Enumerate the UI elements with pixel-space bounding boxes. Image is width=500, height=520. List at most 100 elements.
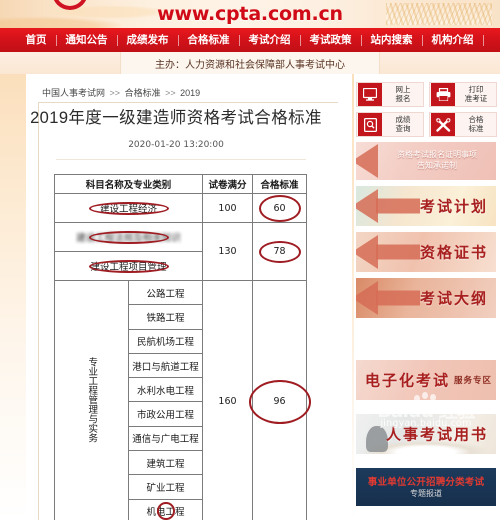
breadcrumb-year[interactable]: 2019 <box>180 88 200 98</box>
monitor-icon <box>358 83 382 106</box>
nav-item-5[interactable]: 考试政策 <box>301 28 361 52</box>
banner-certificate-title: 资格证书 <box>419 243 488 262</box>
banner-books-title: 人事考试用书 <box>385 425 488 444</box>
header-subject: 科目名称及专业类别 <box>54 174 203 194</box>
banner-outline-title: 考试大纲 <box>419 289 488 308</box>
document-search-icon <box>358 113 382 136</box>
person-silhouette-icon <box>366 426 388 452</box>
banner-notice-line1: 资格考试报名证明事项 <box>397 150 477 160</box>
banner-qualification-certificate[interactable]: 资格证书 <box>356 232 496 272</box>
printer-icon <box>431 83 455 106</box>
quick-button-1[interactable]: 打印 准考证 <box>429 82 497 107</box>
banner-public-title: 事业单位公开招聘分类考试 <box>367 477 485 488</box>
site-banner: www.cpta.com.cn <box>0 0 500 28</box>
specialty-name-cell: 水利水电工程 <box>128 377 203 403</box>
banner-exam-outline[interactable]: 考试大纲 <box>356 278 496 318</box>
quick-button-label: 打印 准考证 <box>456 84 496 104</box>
quick-label-line1: 合格 <box>468 114 484 124</box>
nav-item-1[interactable]: 通知公告 <box>57 28 117 52</box>
arrow-tail-shape <box>376 290 420 306</box>
nav-item-4[interactable]: 考试介绍 <box>240 28 300 52</box>
nav-item-3[interactable]: 合格标准 <box>179 28 239 52</box>
table-header-row: 科目名称及专业类别 试卷满分 合格标准 <box>54 174 307 194</box>
sponsor-bar: 主办：人力资源和社会保障部人事考试中心 <box>120 52 380 74</box>
header-pass-score: 合格标准 <box>252 174 307 194</box>
arrow-shape-icon <box>356 235 378 269</box>
subject-name-cell: 建设工程项目管理 <box>54 251 203 281</box>
quick-button-label: 网上 报名 <box>383 84 423 104</box>
breadcrumb-separator-2: >> <box>165 88 176 98</box>
specialty-name-cell: 港口与航道工程 <box>128 352 203 379</box>
nav-item-2[interactable]: 成绩发布 <box>118 28 178 52</box>
quick-label-line2: 标准 <box>468 123 484 133</box>
nav-item-7[interactable]: 机构介绍 <box>423 28 483 52</box>
nav-separator <box>482 34 484 46</box>
banner-etest-suffix: 服务专区 <box>453 375 492 385</box>
standards-table: 科目名称及专业类别 试卷满分 合格标准 建设工程经济 100 60 建设工程法规及相关… <box>54 174 307 520</box>
quick-button-0[interactable]: 网上 报名 <box>356 82 424 107</box>
banner-etest-title: 电子化考试 <box>364 371 450 390</box>
banner-exam-books[interactable]: 人事考试用书 <box>356 414 496 454</box>
arrow-shape-icon <box>356 144 378 178</box>
arrow-tail-shape <box>376 198 420 214</box>
table-row: 建设工程法规及相关知识 130 78 <box>54 222 307 281</box>
arrow-shape-icon <box>356 281 378 315</box>
quick-action-grid: 网上 报名 打印 准考证 成绩 查询 合格 标准 <box>356 82 497 137</box>
banner-public-recruitment[interactable]: 事业单位公开招聘分类考试 专题报道 <box>356 468 496 506</box>
specialty-name-cell: 建筑工程 <box>128 450 203 476</box>
main-navigation: 首页 通知公告 成绩发布 合格标准 考试介绍 考试政策 站内搜索 机构介绍 <box>0 28 500 52</box>
nav-item-list: 首页 通知公告 成绩发布 合格标准 考试介绍 考试政策 站内搜索 机构介绍 <box>17 28 484 52</box>
table-row: 专业工程管理与实务 公路工程 160 96 <box>54 279 307 520</box>
quick-label-line1: 网上 <box>395 84 411 94</box>
banner-electronic-exam[interactable]: 电子化考试 服务专区 <box>356 360 496 400</box>
subject-name-cell: 建设工程经济 <box>54 193 203 223</box>
nav-item-6[interactable]: 站内搜索 <box>362 28 422 52</box>
quick-button-3[interactable]: 合格 标准 <box>429 112 497 137</box>
quick-label-line2: 准考证 <box>464 93 488 103</box>
quick-label-line1: 打印 <box>468 84 484 94</box>
banner-exam-plan-title: 考试计划 <box>419 197 488 216</box>
pass-score-cell: 78 <box>252 222 307 281</box>
arrow-tail-shape <box>376 244 420 260</box>
sidebar-divider <box>352 74 354 520</box>
quick-label-line2: 查询 <box>395 123 411 133</box>
site-url-text: www.cpta.com.cn <box>157 3 343 25</box>
breadcrumb-site[interactable]: 中国人事考试网 <box>42 88 105 98</box>
banner-notice-text: 资格考试报名证明事项 告知承诺制 <box>382 150 492 172</box>
breadcrumb-separator-1: >> <box>109 88 121 98</box>
specialty-name-cell: 市政公用工程 <box>128 401 203 427</box>
full-score-cell: 100 <box>202 193 253 223</box>
quick-button-2[interactable]: 成绩 查询 <box>356 112 424 137</box>
specialty-name-cell: 机电工程 <box>128 498 203 520</box>
specialty-name-cell: 民航机场工程 <box>128 328 203 354</box>
arrow-shape-icon <box>356 189 378 223</box>
banner-exam-plan[interactable]: 考试计划 <box>356 186 496 226</box>
right-sidebar: 网上 报名 打印 准考证 成绩 查询 合格 标准 资格考试报名证明事项 告知承诺制 考试计划 … <box>352 74 500 520</box>
quick-label-line2: 报名 <box>395 93 411 103</box>
group-full-score-cell: 160 <box>202 280 253 520</box>
banner-notice-commitment[interactable]: 资格考试报名证明事项 告知承诺制 <box>356 142 496 180</box>
full-score-cell: 130 <box>202 222 253 281</box>
banner-public-subtitle: 专题报道 <box>410 489 442 498</box>
specialty-name-cell: 铁路工程 <box>128 304 203 330</box>
pass-score-cell: 60 <box>252 193 307 223</box>
nav-item-0[interactable]: 首页 <box>17 28 56 52</box>
sponsor-text: 主办：人力资源和社会保障部人事考试中心 <box>155 59 345 71</box>
quick-button-label: 成绩 查询 <box>383 114 423 134</box>
subject-name-cell: 建设工程法规及相关知识 <box>54 222 203 252</box>
page-root: www.cpta.com.cn 首页 通知公告 成绩发布 合格标准 考试介绍 考试政策 站内… <box>0 0 500 520</box>
breadcrumb: 中国人事考试网 >> 合格标准 >> 2019 <box>42 86 200 99</box>
specialty-name-cell: 矿业工程 <box>128 474 203 500</box>
left-gradient-strip <box>0 74 26 520</box>
crossed-tools-icon <box>431 113 455 136</box>
group-vertical-label: 专业工程管理与实务 <box>54 280 129 520</box>
banner-notice-line2: 告知承诺制 <box>417 161 457 170</box>
publish-timestamp: 2020-01-20 13:20:00 <box>128 140 224 150</box>
table-body: 建设工程经济 100 60 建设工程法规及相关知识 130 78 建设工程项目管理 专业工程管… <box>54 193 307 520</box>
breadcrumb-section[interactable]: 合格标准 <box>125 88 161 98</box>
table-row: 建设工程经济 100 60 <box>54 193 307 223</box>
group-pass-score-cell: 96 <box>252 280 307 520</box>
quick-label-line1: 成绩 <box>395 114 411 124</box>
title-divider <box>56 159 306 160</box>
page-title: 2019年度一级建造师资格考试合格标准 <box>30 109 322 127</box>
